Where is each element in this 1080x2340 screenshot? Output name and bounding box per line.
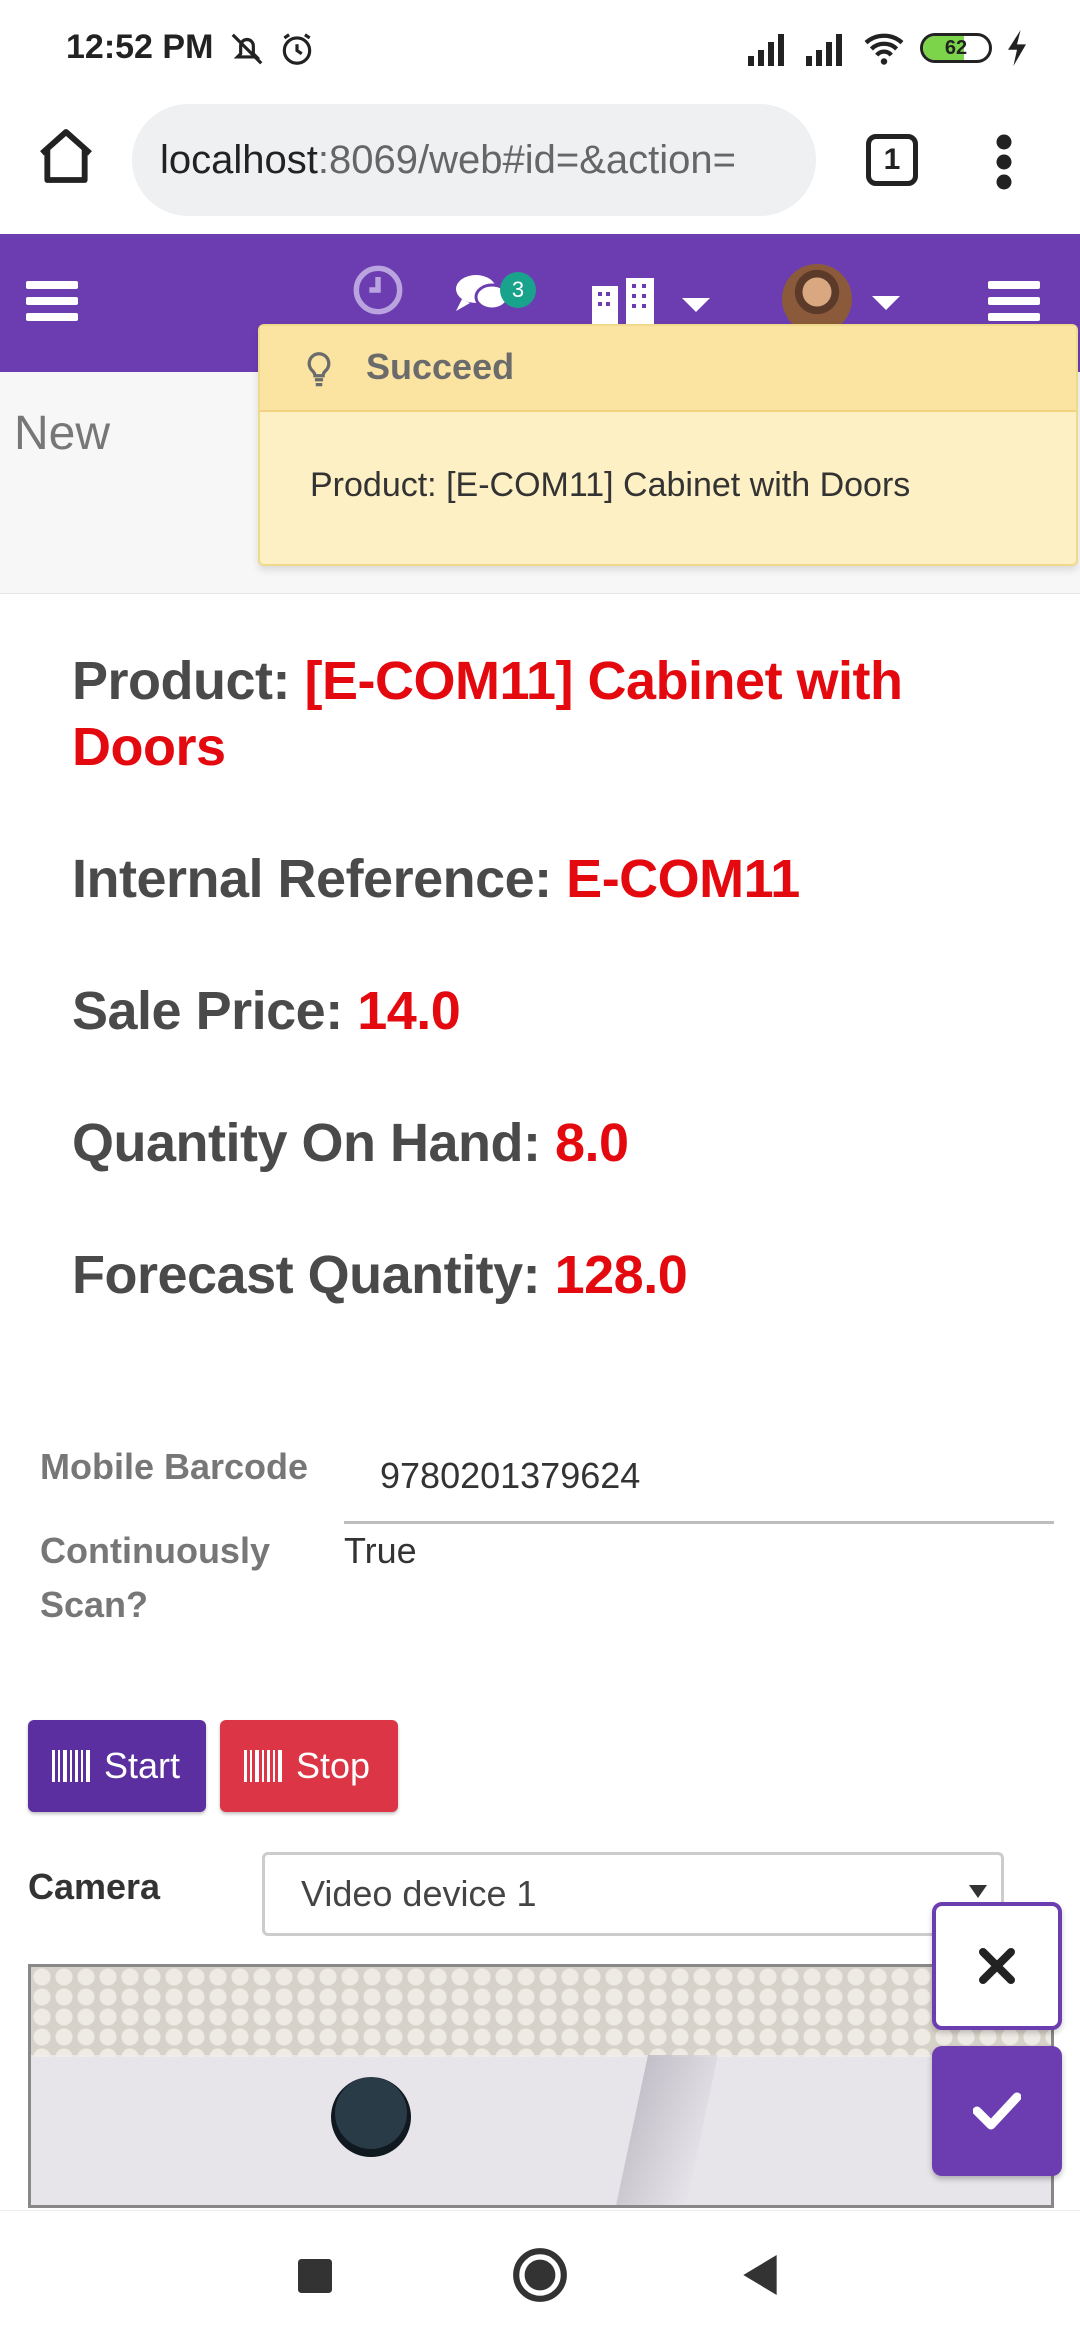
forecast-label: Forecast Quantity:	[72, 1245, 555, 1305]
company-switcher[interactable]	[588, 274, 710, 324]
chat-badge: 3	[500, 272, 536, 308]
camera-select[interactable]: Video device 1	[262, 1852, 1004, 1936]
qty-on-hand-value: 8.0	[555, 1113, 629, 1173]
forecast-line: Forecast Quantity: 128.0	[72, 1242, 1012, 1308]
stop-button[interactable]: Stop	[220, 1720, 398, 1812]
camera-label: Camera	[28, 1866, 161, 1907]
bulb-icon	[307, 352, 331, 387]
home-icon[interactable]	[34, 124, 98, 188]
url-path: :8069/web#id=&action=	[317, 138, 736, 182]
mute-icon	[231, 33, 263, 65]
internal-ref-value: E-COM11	[566, 849, 800, 909]
barcode-icon	[244, 1750, 282, 1782]
user-menu-chevron-icon[interactable]	[872, 296, 900, 310]
clock-icon[interactable]	[352, 264, 404, 316]
continuous-scan-value[interactable]: True	[344, 1530, 417, 1572]
menu-icon-right[interactable]	[988, 278, 1040, 324]
building-icon	[592, 278, 654, 324]
alarm-icon	[282, 33, 312, 65]
camera-select-value: Video device 1	[301, 1873, 537, 1914]
start-button-label: Start	[104, 1745, 181, 1786]
sale-price-label: Sale Price:	[72, 981, 358, 1041]
sale-price-value: 14.0	[357, 981, 461, 1041]
check-icon	[973, 2092, 1021, 2130]
sale-price-line: Sale Price: 14.0	[72, 978, 1012, 1044]
notification-message: Product: [E-COM11] Cabinet with Doors	[310, 466, 911, 504]
continuous-scan-label: Continuously Scan?	[40, 1524, 270, 1632]
start-button[interactable]: Start	[28, 1720, 206, 1812]
barcode-icon	[52, 1750, 90, 1782]
internal-ref-label: Internal Reference:	[72, 849, 567, 909]
barcode-input[interactable]: 9780201379624	[344, 1428, 1054, 1524]
square-icon[interactable]	[298, 2259, 332, 2293]
signal-icon-2	[806, 34, 842, 66]
wifi-icon	[864, 33, 904, 65]
circle-icon[interactable]	[512, 2247, 568, 2303]
tabs-icon[interactable]: 1	[866, 134, 918, 186]
forecast-value: 128.0	[554, 1245, 688, 1305]
url-host: localhost	[160, 138, 318, 182]
chevron-down-icon	[682, 298, 710, 312]
internal-ref-line: Internal Reference: E-COM11	[72, 846, 1012, 912]
charging-icon	[1008, 30, 1026, 66]
barcode-label: Mobile Barcode	[40, 1446, 309, 1487]
browser-bar: localhost:8069/web#id=&action= 1	[0, 96, 1080, 234]
notification-header: Succeed	[260, 326, 1076, 412]
stop-button-label: Stop	[296, 1745, 371, 1786]
signal-icon	[748, 34, 784, 66]
confirm-button[interactable]	[932, 2046, 1062, 2176]
battery-level: 62	[944, 37, 968, 59]
qty-on-hand-line: Quantity On Hand: 8.0	[72, 1110, 1012, 1176]
breadcrumb: New	[14, 407, 111, 460]
close-icon	[979, 1948, 1015, 1984]
close-button[interactable]	[932, 1902, 1062, 2030]
more-vert-icon[interactable]	[992, 132, 1016, 192]
chevron-down-icon	[969, 1885, 987, 1898]
product-label: Product:	[72, 651, 305, 711]
continuous-scan-label-line1: Continuously	[40, 1530, 270, 1571]
notification-title: Succeed	[366, 346, 515, 387]
qty-on-hand-label: Quantity On Hand:	[72, 1113, 555, 1173]
tab-count: 1	[883, 143, 901, 176]
url-bar[interactable]: localhost:8069/web#id=&action=	[132, 104, 816, 216]
notification-toast[interactable]: Succeed Product: [E-COM11] Cabinet with …	[258, 324, 1078, 566]
battery-icon: 62	[920, 33, 992, 63]
continuous-scan-label-line2: Scan?	[40, 1584, 149, 1625]
product-line: Product: [E-COM11] Cabinet with Doors	[72, 648, 1012, 780]
status-bar: 12:52 PM 62	[0, 0, 1080, 96]
android-nav-bar	[0, 2210, 1080, 2340]
back-icon[interactable]	[742, 2255, 778, 2295]
status-time: 12:52 PM	[66, 28, 214, 66]
camera-preview	[28, 1964, 1054, 2208]
menu-icon[interactable]	[26, 278, 78, 324]
